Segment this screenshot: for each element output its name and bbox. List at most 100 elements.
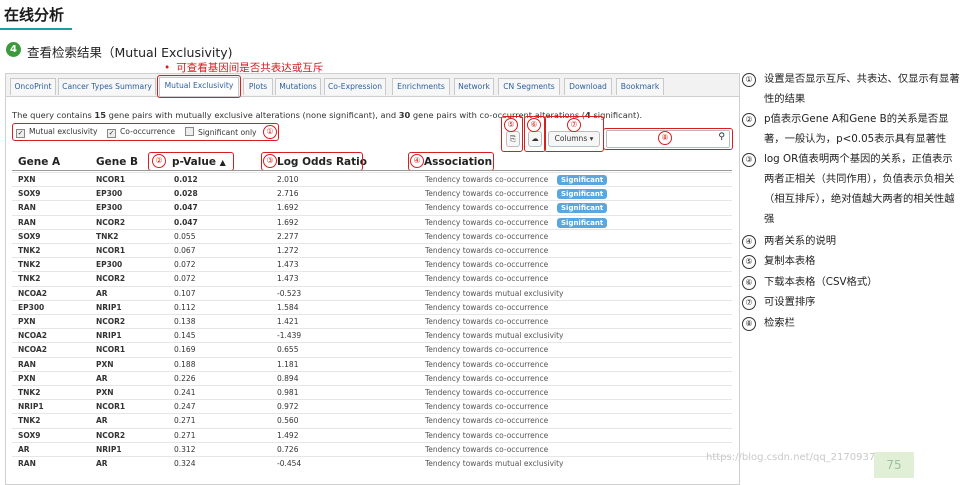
gene-a-cell: SOX9 — [18, 430, 41, 440]
tab-bar: OncoPrint Cancer Types Summary Mutual Ex… — [6, 74, 739, 97]
legend-number: ④ — [742, 235, 756, 249]
legend-text: 两者关系的说明 — [764, 235, 837, 247]
log-odds-cell: 1.272 — [277, 246, 299, 255]
gene-a-cell: TNK2 — [18, 274, 41, 284]
pvalue-cell: 0.028 — [174, 189, 198, 199]
tab-plots[interactable]: Plots — [243, 78, 273, 95]
pvalue-cell: 0.067 — [174, 246, 196, 255]
marker-7: ⑦ — [567, 118, 581, 132]
cooccur-count: 30 — [398, 110, 411, 120]
association-cell: Tendency towards co-occurrence — [425, 373, 549, 383]
gene-a-cell: NCOA2 — [18, 345, 47, 355]
pvalue-cell: 0.226 — [174, 373, 196, 383]
marker-8: ⑧ — [658, 131, 672, 145]
association-cell: Tendency towards mutual exclusivity — [425, 288, 564, 298]
pvalue-cell: 0.169 — [174, 345, 196, 355]
tab-network[interactable]: Network — [454, 78, 494, 95]
association-cell: Tendency towards co-occurrence — [425, 430, 549, 440]
legend-number: ⑤ — [742, 255, 756, 269]
col-header-gene-a[interactable]: Gene A — [18, 156, 60, 168]
pvalue-cell: 0.241 — [174, 388, 196, 397]
gene-b-cell: NCOR1 — [96, 402, 126, 412]
gene-b-cell: NCOR2 — [96, 430, 126, 440]
pvalue-cell: 0.247 — [174, 402, 196, 412]
significant-badge: Significant — [557, 189, 608, 200]
tab-co-expression[interactable]: Co-Expression — [324, 78, 386, 95]
log-odds-cell: 0.655 — [277, 345, 299, 355]
table-row: PXN AR 0.226 0.894 Tendency towards co-occur… — [12, 370, 732, 386]
gene-b-cell: AR — [96, 373, 108, 383]
tab-oncoprint[interactable]: OncoPrint — [10, 78, 56, 95]
association-cell: Tendency towards mutual exclusivity — [425, 459, 564, 468]
col-header-gene-b[interactable]: Gene B — [96, 156, 138, 168]
table-row: TNK2 NCOR2 0.072 1.473 Tendency towards co-o… — [12, 271, 732, 286]
pvalue-cell: 0.271 — [174, 430, 196, 440]
gene-b-cell: NCOR2 — [96, 217, 126, 227]
step-title: 查看检索结果（Mutual Exclusivity) — [27, 45, 233, 60]
tab-cancer-types-summary[interactable]: Cancer Types Summary — [58, 78, 156, 95]
table-row: NRIP1 NCOR1 0.247 0.972 Tendency towards co-… — [12, 399, 732, 414]
association-cell: Tendency towards co-occurrence — [425, 189, 549, 199]
gene-b-cell: AR — [96, 288, 108, 298]
gene-b-cell: NRIP1 — [96, 331, 122, 341]
legend-number: ② — [742, 113, 756, 127]
table-row: NCOA2 AR 0.107 -0.523 Tendency towards mutua… — [12, 285, 732, 301]
association-cell: Tendency towards co-occurrence — [425, 444, 549, 454]
table-row: SOX9 TNK2 0.055 2.277 Tendency towards co-oc… — [12, 228, 732, 244]
table-row: EP300 NRIP1 0.112 1.584 Tendency towards co-… — [12, 299, 732, 315]
association-cell: Tendency towards co-occurrence — [425, 203, 549, 213]
marker-3: ③ — [263, 154, 277, 168]
legend-number: ⑧ — [742, 317, 756, 331]
pvalue-cell: 0.138 — [174, 317, 196, 326]
log-odds-cell: 1.692 — [277, 203, 299, 213]
gene-a-cell: TNK2 — [18, 260, 41, 270]
options-highlight-box — [12, 123, 279, 141]
gene-b-cell: EP300 — [96, 203, 123, 213]
association-cell: Tendency towards co-occurrence — [425, 317, 549, 326]
legend-text: 下载本表格（CSV格式） — [764, 276, 878, 288]
gene-a-cell: NCOA2 — [18, 331, 47, 341]
gene-a-cell: EP300 — [18, 302, 45, 312]
table-row: SOX9 NCOR2 0.271 1.492 Tendency towards co-o… — [12, 427, 732, 443]
log-odds-cell: 0.560 — [277, 416, 299, 426]
significant-badge: Significant — [557, 175, 608, 185]
tab-cn-segments[interactable]: CN Segments — [498, 78, 560, 95]
tab-download[interactable]: Download — [564, 78, 612, 95]
marker-2: ② — [152, 154, 166, 168]
gene-a-cell: TNK2 — [18, 388, 41, 397]
gene-a-cell: AR — [18, 444, 30, 454]
log-odds-cell: -1.439 — [277, 331, 302, 341]
tab-mutations[interactable]: Mutations — [275, 78, 321, 95]
gene-a-cell: RAN — [18, 459, 36, 468]
log-odds-cell: -0.454 — [277, 459, 302, 468]
gene-a-cell: PXN — [18, 175, 36, 184]
log-odds-cell: 0.894 — [277, 373, 299, 383]
table-row: TNK2 EP300 0.072 1.473 Tendency towards co-o… — [12, 257, 732, 272]
log-odds-cell: 1.492 — [277, 430, 299, 440]
legend-text: p值表示Gene A和Gene B的关系是否显著，一般认为，p<0.05表示具有… — [764, 113, 949, 145]
log-odds-cell: 2.277 — [277, 231, 299, 241]
tab-bookmark[interactable]: Bookmark — [616, 78, 664, 95]
significant-badge: Significant — [557, 217, 608, 228]
gene-a-cell: TNK2 — [18, 246, 41, 255]
legend-number: ① — [742, 73, 756, 87]
table-row: PXN NCOR2 0.138 1.421 Tendency towards co-oc… — [12, 314, 732, 329]
gene-b-cell: EP300 — [96, 189, 123, 199]
table-row: TNK2 NCOR1 0.067 1.272 Tendency towards co-o… — [12, 243, 732, 258]
log-odds-cell: 2.010 — [277, 175, 299, 184]
association-cell: Tendency towards co-occurrence — [425, 359, 549, 369]
gene-b-cell: NCOR2 — [96, 274, 126, 284]
gene-b-cell: AR — [96, 416, 108, 426]
table-row: AR NRIP1 0.312 0.726 Tendency towards co-occ… — [12, 441, 732, 457]
tab-enrichments[interactable]: Enrichments — [392, 78, 450, 95]
gene-a-cell: RAN — [18, 217, 36, 227]
table-row: NCOA2 NCOR1 0.169 0.655 Tendency towards co-… — [12, 342, 732, 357]
legend-text: log OR值表明两个基因的关系，正值表示两者正相关（共同作用），负值表示负相关… — [764, 153, 955, 225]
gene-a-cell: PXN — [18, 373, 36, 383]
log-odds-cell: 2.716 — [277, 189, 299, 199]
pvalue-cell: 0.112 — [174, 302, 196, 312]
heading-underline — [0, 28, 72, 30]
summary-text-2: gene pairs with mutually exclusive alter… — [105, 110, 399, 120]
log-odds-cell: 0.726 — [277, 444, 299, 454]
log-odds-cell: 0.972 — [277, 402, 299, 412]
